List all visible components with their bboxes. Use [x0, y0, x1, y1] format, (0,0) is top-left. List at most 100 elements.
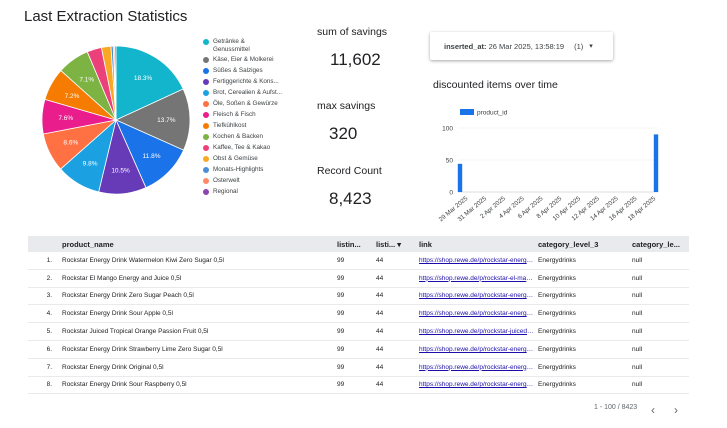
- legend-item[interactable]: Obst & Gemüse: [203, 155, 258, 163]
- legend-swatch: [203, 188, 209, 195]
- sum-savings-value: 11,602: [330, 50, 381, 69]
- pagination-label: 1 - 100 / 8423: [594, 404, 638, 411]
- table-cell: 8.: [46, 381, 52, 389]
- legend-item[interactable]: Brot, Cerealien & Aufst...: [203, 89, 282, 97]
- table-row[interactable]: 3. Rockstar Energy Drink Zero Sugar Peach…: [28, 288, 689, 306]
- legend-label: Tiefkühlkost: [213, 121, 247, 129]
- product-link[interactable]: https://shop.rewe.de/p/rockstar-energy-d…: [419, 310, 538, 317]
- table-row[interactable]: 8. Rockstar Energy Drink Sour Raspberry 0…: [28, 377, 689, 395]
- legend-item[interactable]: Fertiggerichte & Kons...: [203, 78, 279, 86]
- legend-label: Obst & Gemüse: [213, 154, 258, 162]
- max-savings-label: max savings: [317, 100, 376, 112]
- prev-page-button[interactable]: ‹: [651, 404, 655, 416]
- table-row[interactable]: 5. Rockstar Juiced Tropical Orange Passio…: [28, 323, 689, 341]
- bar[interactable]: [653, 134, 659, 192]
- table-cell: 99: [337, 274, 345, 282]
- category-pie-chart[interactable]: 18.3% 13.7% 11.8% 10.5% 9.8% 8.6% 7.6% 7.2% 7.1%: [40, 44, 192, 196]
- column-header[interactable]: listin...: [337, 240, 376, 249]
- legend-label: Brot, Cerealien & Aufst...: [213, 88, 282, 96]
- table-cell: Rockstar Energy Drink Zero Sugar Peach 0…: [62, 292, 194, 300]
- legend-swatch: [203, 39, 209, 45]
- legend-label: Fleisch & Fisch: [213, 110, 256, 118]
- table-row[interactable]: 2. Rockstar El Mango Energy and Juice 0,5…: [28, 270, 689, 288]
- chevron-down-icon[interactable]: ▾: [589, 42, 593, 50]
- table-cell: Energydrinks: [538, 328, 576, 336]
- product-link[interactable]: https://shop.rewe.de/p/rockstar-energy-d…: [419, 381, 538, 388]
- legend-item[interactable]: Getränke & Genussmittel: [203, 38, 250, 54]
- table-cell: Energydrinks: [538, 274, 576, 282]
- table-cell: 44: [376, 256, 384, 264]
- column-header[interactable]: product_name: [62, 240, 337, 249]
- table-cell: 3.: [46, 292, 52, 300]
- filter-field-name: inserted_at: [444, 41, 485, 51]
- table-cell: 44: [376, 345, 384, 353]
- table-cell: null: [632, 310, 643, 318]
- product-link[interactable]: https://shop.rewe.de/p/rockstar-energy-d…: [419, 292, 538, 299]
- legend-item[interactable]: Monats-Highlights: [203, 166, 263, 174]
- table-cell: 99: [337, 256, 345, 264]
- table-cell: Rockstar Energy Drink Sour Apple 0,5l: [62, 310, 173, 318]
- next-page-button[interactable]: ›: [674, 404, 678, 416]
- legend-label: Kaffee, Tee & Kakao: [213, 143, 271, 151]
- table-row[interactable]: 6. Rockstar Energy Drink Strawberry Lime …: [28, 341, 689, 359]
- product-link[interactable]: https://shop.rewe.de/p/rockstar-energy-d…: [419, 364, 538, 371]
- table-cell: 2.: [46, 274, 52, 282]
- table-row[interactable]: 7. Rockstar Energy Drink Original 0,5l 99 4…: [28, 359, 689, 377]
- pie-slice-label: 13.7%: [157, 117, 176, 124]
- y-tick-label: 100: [442, 126, 453, 133]
- product-link[interactable]: https://shop.rewe.de/p/rockstar-el-mango: [419, 275, 538, 282]
- pie-slice-label: 7.2%: [65, 93, 80, 100]
- table-cell: 5.: [46, 328, 52, 336]
- legend-item[interactable]: Tiefkühlkost: [203, 122, 246, 130]
- legend-swatch: [203, 144, 209, 151]
- legend-label: Kochen & Backen: [213, 132, 264, 140]
- column-header[interactable]: link: [419, 240, 538, 249]
- table-cell: null: [632, 363, 643, 371]
- legend-item[interactable]: Öle, Soßen & Gewürze: [203, 100, 278, 108]
- table-cell: 7.: [46, 363, 52, 371]
- legend-item[interactable]: Süßes & Salziges: [203, 67, 263, 75]
- table-cell: 99: [337, 363, 345, 371]
- filter-count: (1): [574, 41, 584, 51]
- legend-label: Getränke & Genussmittel: [213, 38, 250, 53]
- table-cell: 4.: [46, 310, 52, 318]
- record-count-value: 8,423: [329, 189, 372, 208]
- legend-item[interactable]: Kaffee, Tee & Kakao: [203, 144, 270, 152]
- legend-swatch: [203, 133, 209, 140]
- table-cell: 6.: [46, 345, 52, 353]
- legend-swatch: [203, 78, 209, 85]
- legend-item[interactable]: Fleisch & Fisch: [203, 111, 256, 119]
- product-link[interactable]: https://shop.rewe.de/p/rockstar-energy-d…: [419, 346, 538, 353]
- product-link[interactable]: https://shop.rewe.de/p/rockstar-energy-d…: [419, 257, 538, 264]
- table-cell: 99: [337, 381, 345, 389]
- table-cell: null: [632, 256, 643, 264]
- table-cell: 1.: [46, 256, 52, 264]
- legend-item[interactable]: Kochen & Backen: [203, 133, 263, 141]
- legend-swatch: [203, 89, 209, 96]
- bar[interactable]: [457, 163, 463, 192]
- discounted-items-bar-chart[interactable]: product_id10050029 Mar 202531 Mar 20252 …: [428, 100, 668, 230]
- product-link[interactable]: https://shop.rewe.de/p/rockstar-juiced-t…: [419, 328, 538, 335]
- legend-swatch: [203, 155, 209, 162]
- legend-item[interactable]: Käse, Eier & Molkerei: [203, 56, 274, 64]
- table-cell: 99: [337, 345, 345, 353]
- column-header[interactable]: category_le...: [632, 240, 689, 249]
- table-row[interactable]: 4. Rockstar Energy Drink Sour Apple 0,5l 9…: [28, 305, 689, 324]
- table-cell: Rockstar Juiced Tropical Orange Passion …: [62, 328, 209, 336]
- chart-legend-label: product_id: [477, 110, 508, 117]
- pie-slice-label: 8.6%: [63, 140, 78, 147]
- legend-label: Süßes & Salziges: [213, 66, 263, 74]
- table-row[interactable]: 1. Rockstar Energy Drink Watermelon Kiwi …: [28, 252, 689, 270]
- date-filter-control[interactable]: inserted_at: 26 Mar 2025, 13:58:19 (1) ▾: [430, 32, 613, 60]
- max-savings-value: 320: [329, 124, 358, 143]
- table-cell: Rockstar Energy Drink Watermelon Kiwi Ze…: [62, 256, 224, 264]
- legend-item[interactable]: Osterwelt: [203, 177, 240, 185]
- table-cell: Energydrinks: [538, 363, 576, 371]
- table-cell: Rockstar Energy Drink Strawberry Lime Ze…: [62, 345, 223, 353]
- table-cell: null: [632, 345, 643, 353]
- legend-label: Regional: [213, 187, 238, 195]
- legend-item[interactable]: Regional: [203, 188, 238, 196]
- table-cell: Rockstar Energy Drink Sour Raspberry 0,5…: [62, 381, 187, 389]
- column-header[interactable]: listi... ▾: [376, 240, 419, 249]
- column-header[interactable]: category_level_3: [538, 240, 632, 249]
